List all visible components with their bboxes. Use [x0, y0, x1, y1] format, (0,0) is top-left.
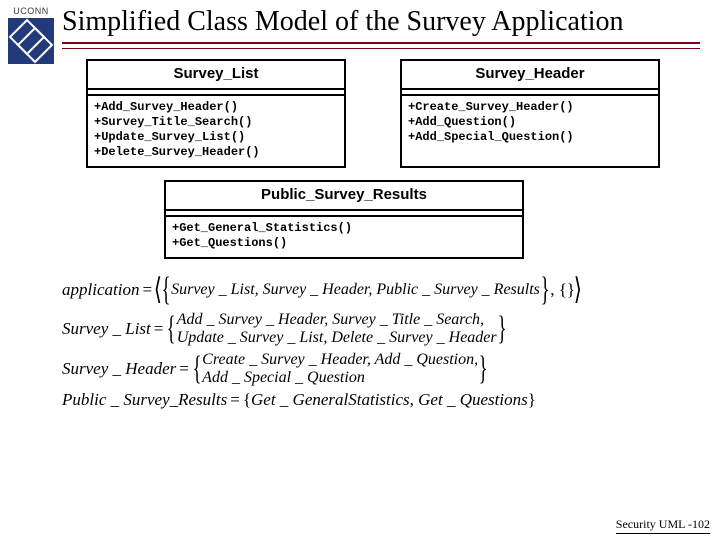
- formula-line: Add _ Special _ Question: [202, 369, 365, 386]
- formula-set: Add _ Survey _ Header, Survey _ Title _ …: [177, 311, 497, 347]
- class-name: Survey_Header: [402, 61, 658, 90]
- slide: UCONN Simplified Class Model of the Surv…: [0, 0, 720, 540]
- uml-class-survey-header: Survey_Header +Create_Survey_Header() +A…: [400, 59, 660, 168]
- brace-left-icon: {: [161, 273, 170, 307]
- brace-left-icon: {: [167, 312, 176, 346]
- brace-right-icon: }: [528, 391, 536, 409]
- formula-survey-list: Survey _ List = { Add _ Survey _ Header,…: [62, 311, 702, 347]
- formula-tail: , {}: [550, 281, 575, 299]
- angle-bracket-right-icon: ⟩: [574, 275, 582, 305]
- org-label: UCONN: [8, 6, 54, 16]
- brace-right-icon: }: [497, 312, 506, 346]
- formula-lhs: Survey _ Header: [62, 360, 176, 378]
- footer-text: Security UML -102: [616, 517, 710, 534]
- formula-block: application = ⟨ { Survey _ List, Survey …: [62, 269, 720, 408]
- formula-line: Create _ Survey _ Header, Add _ Question…: [202, 351, 478, 368]
- brace-left-icon: {: [193, 352, 202, 386]
- formula-set: Create _ Survey _ Header, Add _ Question…: [202, 351, 478, 387]
- formula-survey-header: Survey _ Header = { Create _ Survey _ He…: [62, 351, 702, 387]
- brace-set: { Add _ Survey _ Header, Survey _ Title …: [166, 311, 507, 347]
- brace-right-icon: }: [479, 352, 488, 386]
- formula-line: Add _ Survey _ Header, Survey _ Title _ …: [177, 311, 484, 328]
- formula-lhs: Survey _ List: [62, 320, 151, 338]
- formula-eq: =: [151, 320, 167, 338]
- formula-set: Get _ GeneralStatistics, Get _ Questions: [251, 391, 528, 409]
- brace-left-icon: {: [243, 391, 251, 409]
- class-name: Survey_List: [88, 61, 344, 90]
- page-title: Simplified Class Model of the Survey App…: [62, 0, 720, 42]
- uml-top-row: Survey_List +Add_Survey_Header() +Survey…: [62, 59, 720, 174]
- formula-application: application = ⟨ { Survey _ List, Survey …: [62, 273, 702, 307]
- class-operations: +Add_Survey_Header() +Survey_Title_Searc…: [88, 96, 344, 166]
- uml-class-survey-list: Survey_List +Add_Survey_Header() +Survey…: [86, 59, 346, 168]
- class-name: Public_Survey_Results: [166, 182, 522, 211]
- title-rule: [62, 42, 700, 49]
- class-operations: +Create_Survey_Header() +Add_Question() …: [402, 96, 658, 151]
- brace-right-icon: }: [541, 273, 550, 307]
- brace-set: { Create _ Survey _ Header, Add _ Questi…: [192, 351, 489, 387]
- formula-lhs: Public _ Survey_Results: [62, 391, 227, 409]
- uml-center-row: Public_Survey_Results +Get_General_Stati…: [62, 174, 720, 269]
- formula-public-survey-results: Public _ Survey_Results = { Get _ Genera…: [62, 391, 702, 409]
- formula-lhs: application: [62, 281, 139, 299]
- class-operations: +Get_General_Statistics() +Get_Questions…: [166, 217, 522, 257]
- formula-eq: =: [139, 281, 155, 299]
- formula-line: Update _ Survey _ List, Delete _ Survey …: [177, 329, 497, 346]
- formula-set: Survey _ List, Survey _ Header, Public _…: [171, 281, 540, 299]
- formula-eq: =: [227, 391, 243, 409]
- formula-eq: =: [176, 360, 192, 378]
- uml-class-public-survey-results: Public_Survey_Results +Get_General_Stati…: [164, 180, 524, 259]
- logo: UCONN: [8, 6, 54, 84]
- brace-set: { Survey _ List, Survey _ Header, Public…: [161, 273, 550, 307]
- logo-icon: [8, 18, 54, 64]
